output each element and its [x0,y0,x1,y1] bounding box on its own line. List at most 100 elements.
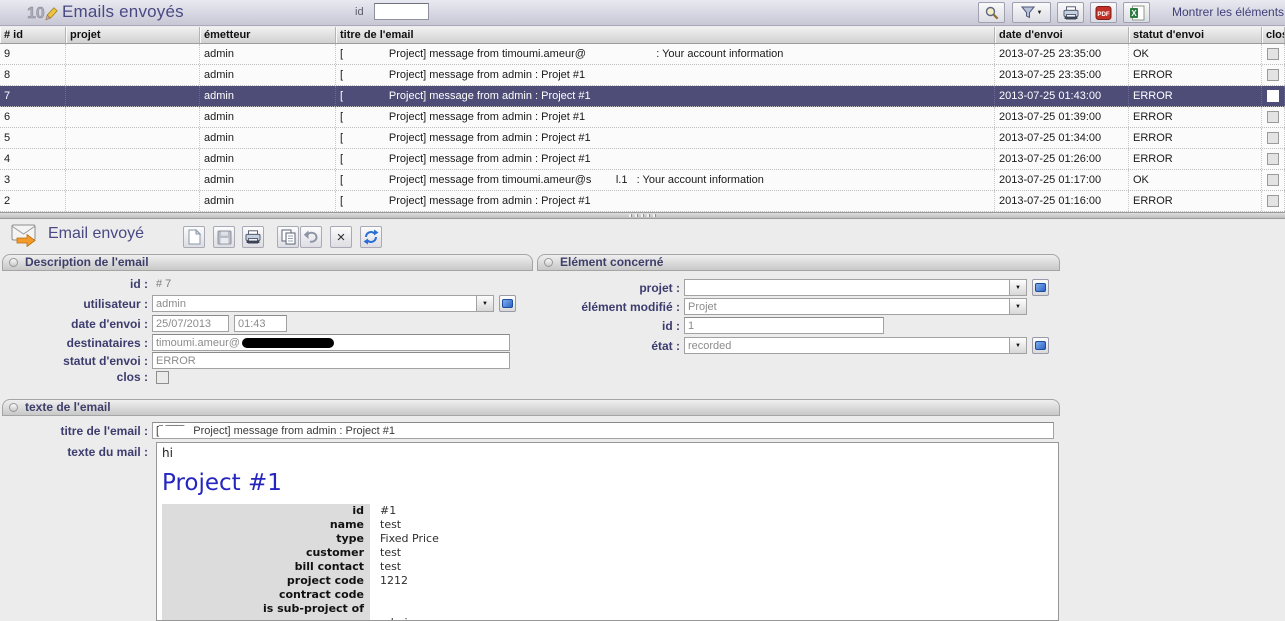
cell: [ Project] message from admin : Project … [336,128,995,148]
undo-button[interactable] [300,226,322,248]
panel-body-header[interactable]: texte de l'email [2,399,1060,416]
email-table-row: is sub-project of [162,602,1053,616]
chevron-down-icon[interactable]: ▼ [1009,338,1026,353]
panel-description-header[interactable]: Description de l'email [2,254,533,271]
email-table-label: project code [162,574,370,588]
lookup-icon [1035,341,1046,350]
excel-icon: X [1129,5,1145,21]
column-header[interactable]: émetteur [200,27,336,43]
column-header[interactable]: # id [0,27,66,43]
show-elements-link[interactable]: Montrer les éléments [1172,5,1284,19]
field-email-id: id : # 7 [2,277,531,291]
project-lookup-button[interactable] [1032,279,1049,296]
cell-clos [1262,65,1285,85]
user-select[interactable]: admin ▼ [152,295,494,312]
closed-checkbox[interactable] [1267,174,1279,186]
table-row[interactable]: 4admin[ Project] message from admin : Pr… [0,149,1285,170]
table-row[interactable]: 6admin[ Project] message from admin : Pr… [0,107,1285,128]
collapse-icon[interactable] [9,403,18,412]
cell-clos [1262,170,1285,190]
collapse-icon[interactable] [544,258,553,267]
project-select[interactable]: ▼ [684,279,1027,296]
sent-time-input[interactable]: 01:43 [234,315,287,332]
splitter-grip-icon [629,214,657,217]
recipients-input[interactable]: timoumi.ameur@ [152,334,510,351]
column-header[interactable]: clos [1262,27,1285,43]
closed-checkbox[interactable] [1267,132,1279,144]
closed-checkbox[interactable] [1267,111,1279,123]
save-button[interactable] [213,226,235,248]
modified-element-select[interactable]: Projet ▼ [684,298,1027,315]
closed-checkbox[interactable] [1267,195,1279,207]
sent-date-input[interactable]: 25/07/2013 [152,315,229,332]
email-table-value: #1 [370,504,396,518]
panel-body-title: texte de l'email [25,400,111,414]
copy-button[interactable] [277,226,299,248]
subject-input[interactable]: [‾ ‾‾‾‾‾ Project] message from admin : P… [152,422,1054,439]
element-id-input[interactable]: 1 [684,317,884,334]
refresh-button[interactable] [360,226,382,248]
closed-checkbox[interactable] [1267,90,1279,102]
collapse-icon[interactable] [9,258,18,267]
state-select[interactable]: recorded ▼ [684,337,1027,354]
print-button[interactable] [242,226,264,248]
cell-clos [1262,149,1285,169]
email-table-body: 9admin[ Project] message from timoumi.am… [0,44,1285,212]
cell: [ Project] message from timoumi.ameur@s … [336,170,995,190]
pdf-export-button[interactable]: PDF [1090,2,1117,23]
email-table-value: 1212 [370,574,408,588]
email-table-row: id#1 [162,504,1053,518]
email-body-textarea[interactable]: hi Project #1 id#1nametesttypeFixed Pric… [156,442,1059,621]
cell-clos [1262,107,1285,127]
user-lookup-button[interactable] [499,295,516,312]
splitter-handle[interactable] [0,212,1285,219]
table-row[interactable]: 5admin[ Project] message from admin : Pr… [0,128,1285,149]
cell: OK [1129,44,1262,64]
column-header[interactable]: date d'envoi [995,27,1129,43]
state-lookup-button[interactable] [1032,337,1049,354]
cell: 2013-07-25 01:39:00 [995,107,1129,127]
field-element-id: id : 1 [538,317,1058,334]
cell: 2013-07-25 23:35:00 [995,44,1129,64]
closed-checkbox[interactable] [1267,69,1279,81]
cell: ERROR [1129,86,1262,106]
table-row[interactable]: 8admin[ Project] message from admin : Pr… [0,65,1285,86]
chevron-down-icon[interactable]: ▼ [1009,280,1026,295]
print-list-button[interactable] [1057,2,1084,23]
id-filter-label: id [355,6,364,18]
excel-export-button[interactable]: X [1123,2,1150,23]
closed-checkbox[interactable] [156,371,169,384]
panel-element-header[interactable]: Elément concerné [537,254,1060,271]
email-table-label: name [162,518,370,532]
search-icon [984,5,1000,21]
filter-button[interactable]: ▼ [1012,2,1051,23]
column-header[interactable]: titre de l'email [336,27,995,43]
id-filter-input[interactable] [374,3,429,20]
cell: [ Project] message from admin : Project … [336,86,995,106]
table-row[interactable]: 3admin[ Project] message from timoumi.am… [0,170,1285,191]
chevron-down-icon[interactable]: ▼ [1009,299,1026,314]
field-subject: titre de l'email : [‾ ‾‾‾‾‾ Project] mes… [2,422,1060,439]
column-header[interactable]: projet [66,27,200,43]
closed-checkbox[interactable] [1267,48,1279,60]
chevron-down-icon[interactable]: ▼ [476,296,493,311]
table-row[interactable]: 7admin[ Project] message from admin : Pr… [0,86,1285,107]
email-table-value: test [370,560,401,574]
table-row[interactable]: 2admin[ Project] message from admin : Pr… [0,191,1285,212]
element-id-label: id : [538,319,684,333]
cell: 2013-07-25 23:35:00 [995,65,1129,85]
cell: 7 [0,86,66,106]
cell: admin [200,170,336,190]
send-status-input[interactable]: ERROR [152,352,510,369]
search-button[interactable] [978,2,1005,23]
new-button[interactable] [183,226,205,248]
modified-element-value: Projet [688,301,717,313]
cell [66,191,200,211]
column-header[interactable]: statut d'envoi [1129,27,1262,43]
closed-checkbox[interactable] [1267,153,1279,165]
cell: [ Project] message from admin : Project … [336,191,995,211]
delete-button[interactable]: × [330,226,352,248]
email-table-value: test [370,546,401,560]
table-row[interactable]: 9admin[ Project] message from timoumi.am… [0,44,1285,65]
cell [66,107,200,127]
